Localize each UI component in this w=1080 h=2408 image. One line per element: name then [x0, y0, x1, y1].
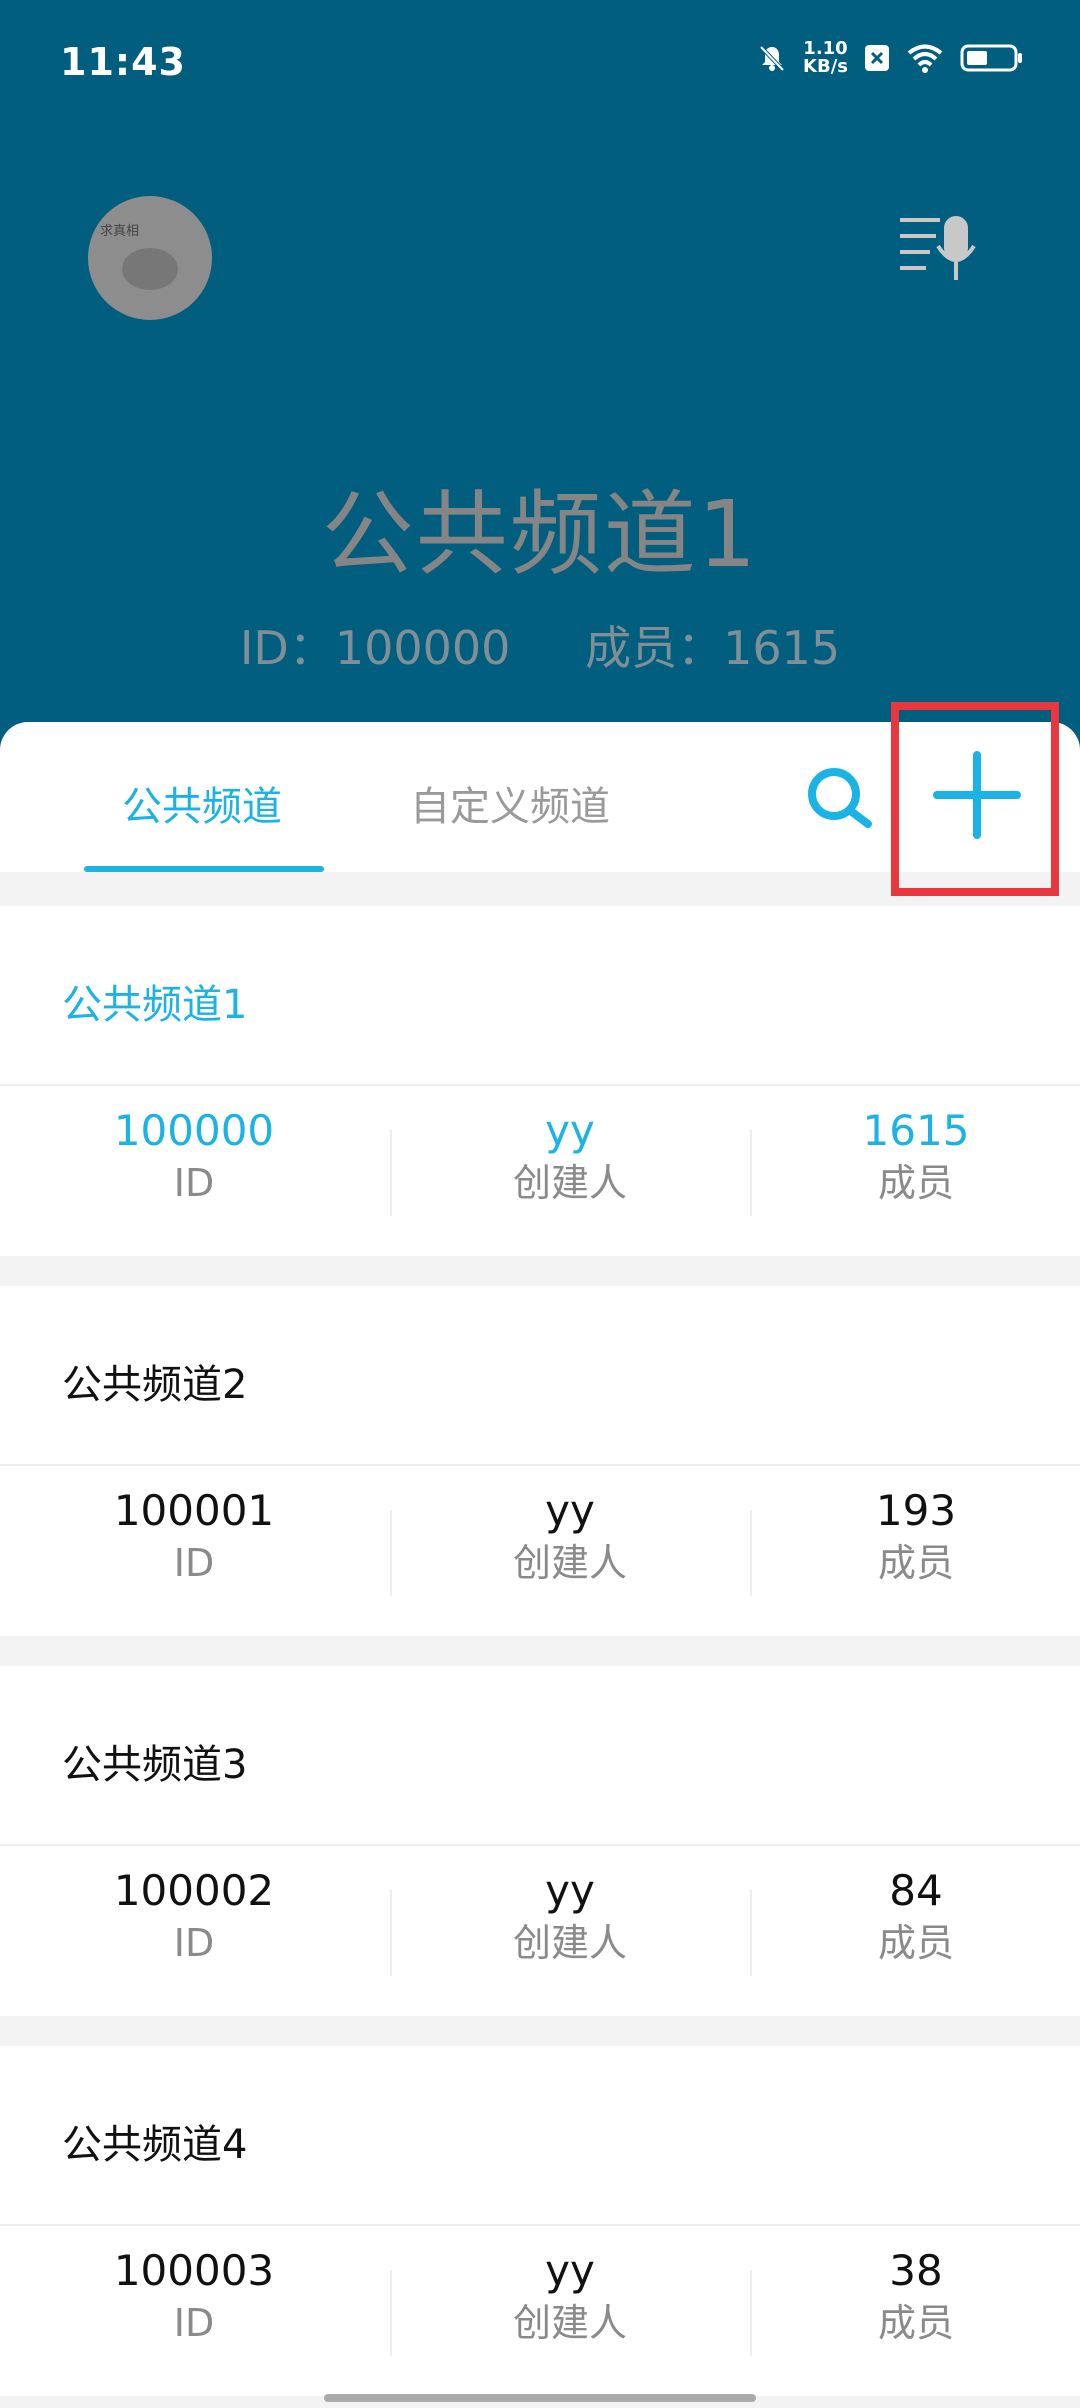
divider: [0, 1844, 1080, 1846]
channel-id-stat: 100000 ID: [113, 1106, 275, 1205]
divider: [0, 2224, 1080, 2226]
channel-members-stat: 193 成员: [875, 1486, 957, 1585]
active-tab-indicator: [84, 866, 324, 872]
channel-name: 公共频道4: [62, 2122, 248, 2168]
channel-name: 公共频道3: [62, 1742, 248, 1788]
channel-card[interactable]: 公共频道3 100002 ID yy 创建人 84 成员: [0, 1666, 1080, 2016]
home-indicator[interactable]: [324, 2394, 756, 2402]
tab-custom-channels[interactable]: 自定义频道: [410, 774, 610, 832]
current-channel-members: 成员：1615: [585, 621, 841, 675]
channel-card[interactable]: 公共频道1 100000 ID yy 创建人 1615 成员: [0, 906, 1080, 1256]
close-box-icon: [865, 45, 889, 71]
channel-members-stat: 1615 成员: [862, 1106, 970, 1205]
channel-members-stat: 84 成员: [877, 1866, 954, 1965]
avatar-face: [122, 248, 178, 290]
current-channel-title: 公共频道1: [321, 481, 759, 588]
net-speed: 1.10 KB/s: [803, 38, 848, 77]
channel-card[interactable]: 公共频道4 100003 ID yy 创建人 38 成员: [0, 2046, 1080, 2396]
current-channel-meta: ID：100000 成员：1615: [0, 612, 1080, 678]
divider: [0, 1084, 1080, 1086]
channel-id-stat: 100001 ID: [113, 1486, 275, 1585]
avatar[interactable]: 求真相: [88, 196, 212, 320]
channel-header: 11:43 1.10 KB/s 求真相 公共频道1 ID：100000 成员：1…: [0, 0, 1080, 760]
bell-off-icon: [759, 45, 785, 72]
tab-public-channels[interactable]: 公共频道: [122, 774, 282, 832]
channel-name: 公共频道2: [62, 1362, 248, 1408]
channel-name: 公共频道1: [62, 982, 248, 1028]
current-channel-id: ID：100000: [239, 621, 511, 675]
channel-creator-stat: yy 创建人: [512, 2246, 627, 2345]
channel-id-stat: 100003 ID: [113, 2246, 275, 2345]
divider: [0, 1464, 1080, 1466]
status-icons: 1.10 KB/s: [757, 40, 1024, 76]
add-icon[interactable]: [912, 730, 1042, 860]
status-bar: 11:43 1.10 KB/s: [0, 0, 1080, 120]
channel-creator-stat: yy 创建人: [512, 1486, 627, 1585]
search-icon[interactable]: [802, 762, 878, 838]
battery-icon: [960, 44, 1022, 72]
channel-creator-stat: yy 创建人: [512, 1866, 627, 1965]
wifi-icon: [907, 44, 943, 73]
voice-list-icon[interactable]: [896, 214, 982, 284]
channel-id-stat: 100002 ID: [113, 1866, 275, 1965]
channel-creator-stat: yy 创建人: [512, 1106, 627, 1205]
status-time: 11:43: [60, 40, 186, 84]
channel-members-stat: 38 成员: [877, 2246, 954, 2345]
channel-card[interactable]: 公共频道2 100001 ID yy 创建人 193 成员: [0, 1286, 1080, 1636]
